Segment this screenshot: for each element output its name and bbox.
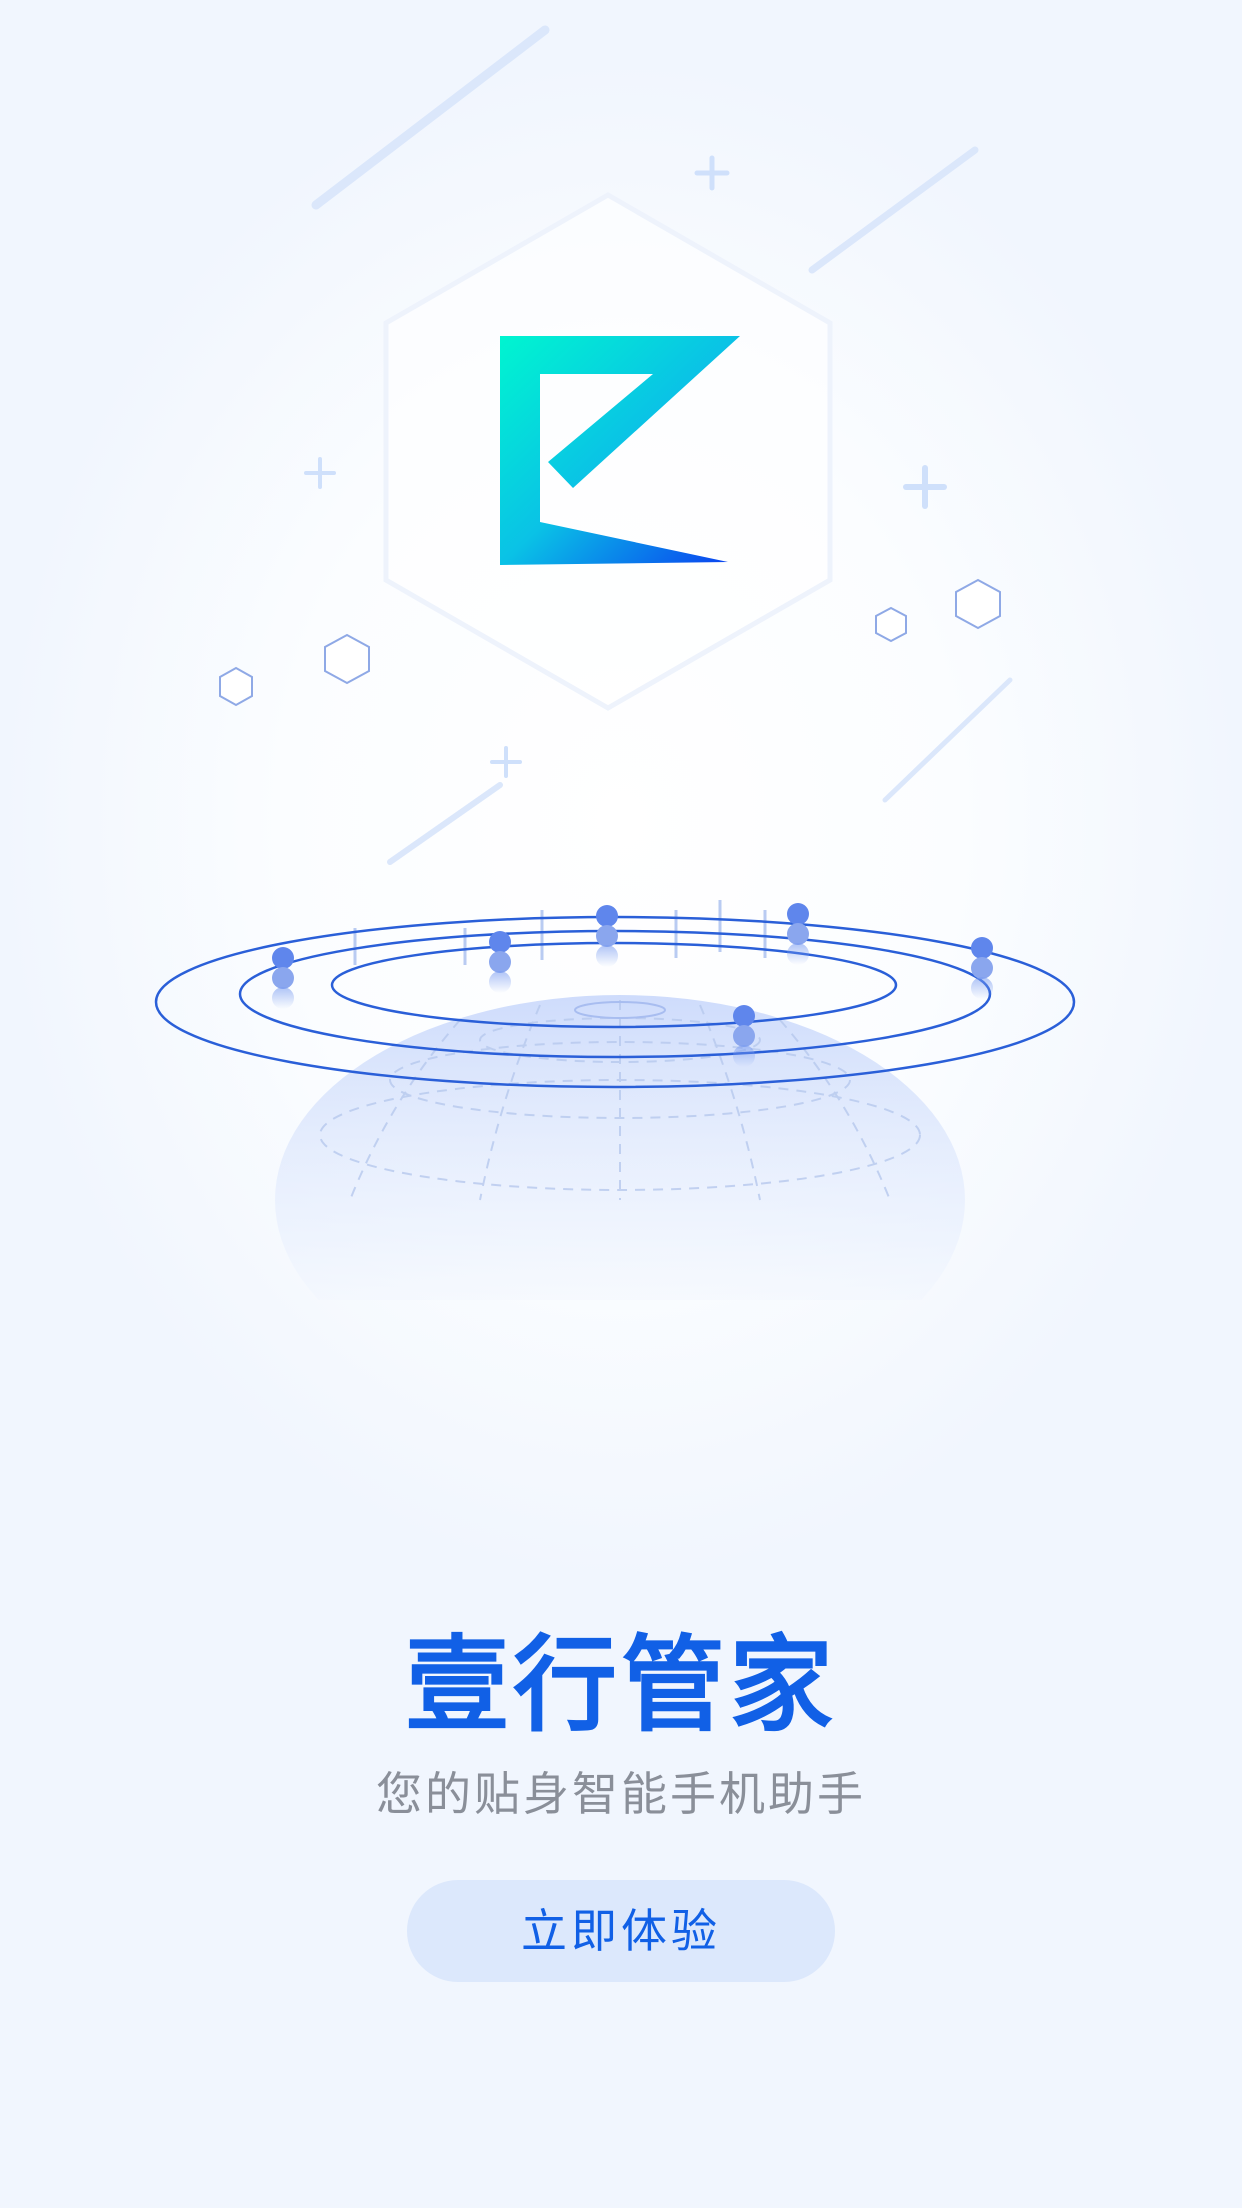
globe-orbit-illustration [154,25,1076,1300]
app-title: 壹行管家 [404,1624,837,1746]
splash-screen: 壹行管家 您的贴身智能手机助手 立即体验 [0,0,1242,2208]
app-subtitle: 您的贴身智能手机助手 [376,1767,866,1821]
start-experience-button[interactable]: 立即体验 [407,1880,835,1982]
